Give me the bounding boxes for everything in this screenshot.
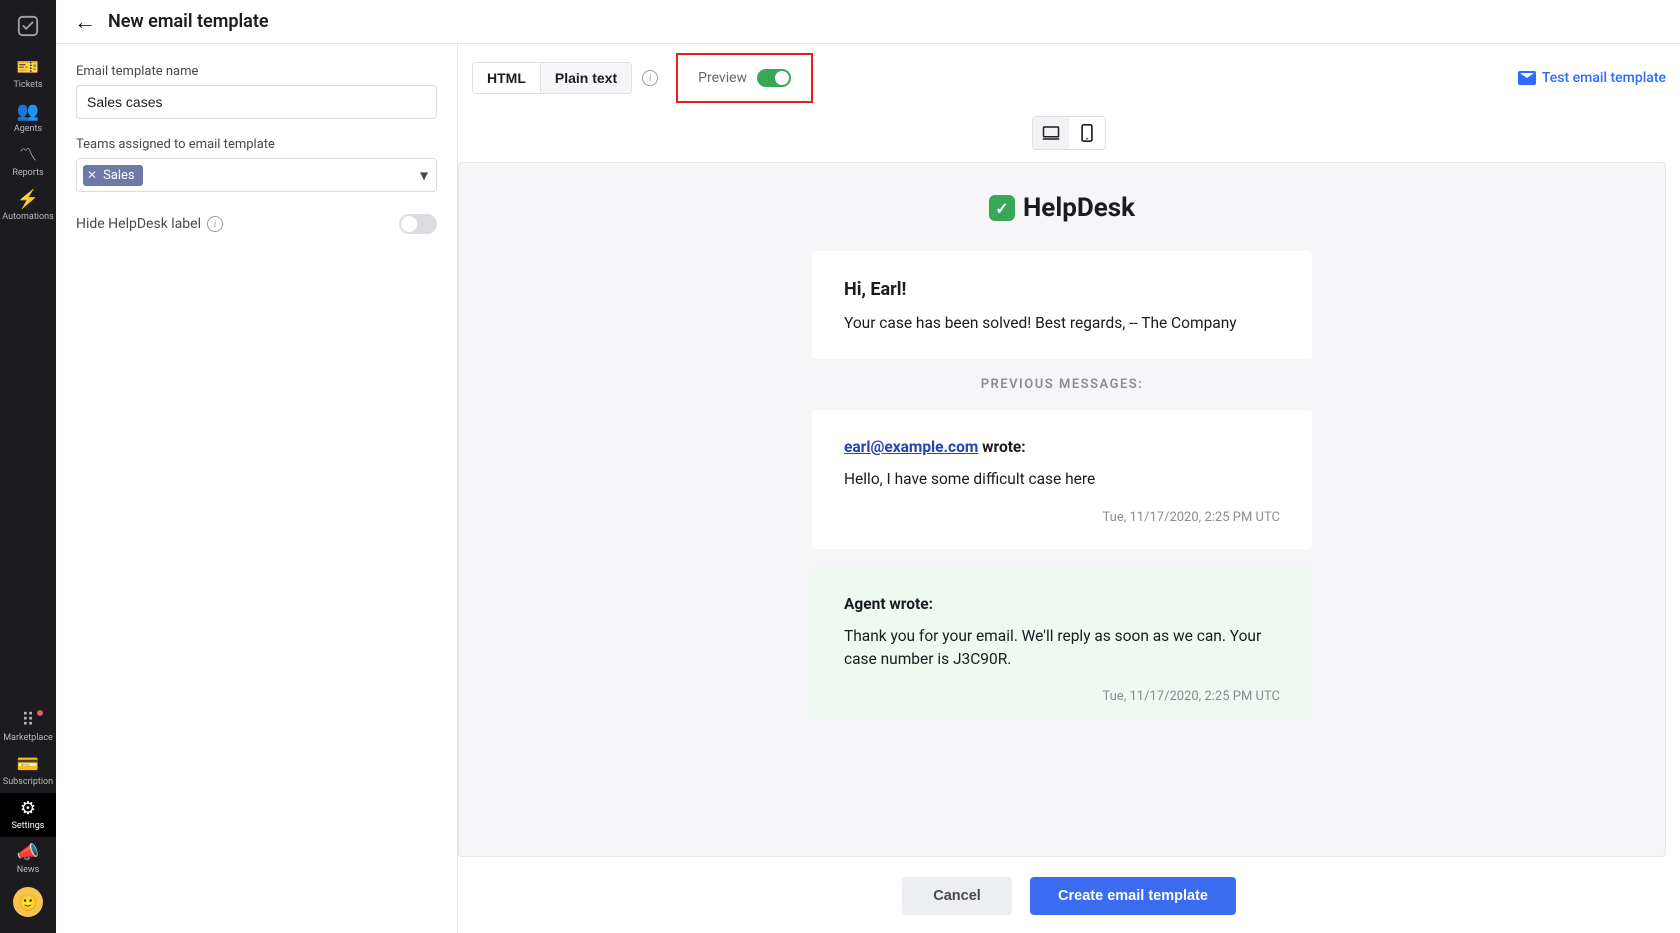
hide-helpdesk-toggle[interactable]	[399, 214, 437, 234]
info-icon[interactable]: i	[642, 70, 658, 86]
hide-helpdesk-label: Hide HelpDesk label i	[76, 216, 223, 232]
sidebar-label: Agents	[14, 125, 42, 134]
mobile-icon	[1081, 124, 1093, 142]
email-preview: ✓ HelpDesk Hi, Earl! Your case has been …	[458, 162, 1666, 857]
desktop-icon	[1042, 125, 1060, 141]
info-icon[interactable]: i	[207, 216, 223, 232]
author-line: Agent wrote:	[844, 595, 1280, 613]
previous-messages-label: PREVIOUS MESSAGES:	[459, 377, 1665, 392]
cancel-button[interactable]: Cancel	[902, 877, 1012, 915]
sidebar-label: Reports	[12, 169, 43, 178]
sidebar-item-reports[interactable]: 〽 Reports	[0, 140, 56, 184]
mail-icon	[1518, 71, 1536, 85]
form-panel: Email template name Teams assigned to em…	[56, 44, 458, 933]
helpdesk-logo-icon: ✓	[989, 195, 1015, 221]
teams-select[interactable]: ✕ Sales ▾	[76, 158, 437, 192]
app-logo-icon	[0, 4, 56, 48]
close-icon[interactable]: ✕	[87, 168, 97, 182]
body-text: Your case has been solved! Best regards,…	[844, 312, 1280, 335]
message-card-main: Hi, Earl! Your case has been solved! Bes…	[812, 251, 1312, 359]
chevron-down-icon: ▾	[420, 166, 428, 185]
brand-name: HelpDesk	[1023, 193, 1135, 223]
message-card-agent: Agent wrote: Thank you for your email. W…	[812, 567, 1312, 721]
body-text: Thank you for your email. We'll reply as…	[844, 625, 1280, 672]
reports-icon: 〽	[19, 146, 37, 166]
settings-icon: ⚙	[20, 799, 36, 819]
sidebar-item-automations[interactable]: ⚡ Automations	[0, 184, 56, 228]
preview-label: Preview	[698, 70, 747, 86]
sidebar: 🎫 Tickets 👥 Agents 〽 Reports ⚡ Automatio…	[0, 0, 56, 933]
team-chip-label: Sales	[103, 168, 135, 183]
sidebar-label: Automations	[2, 213, 53, 222]
brand-row: ✓ HelpDesk	[459, 193, 1665, 223]
test-email-button[interactable]: Test email template	[1518, 70, 1666, 86]
preview-toggle-highlight: Preview	[676, 53, 813, 103]
sidebar-item-news[interactable]: 📣 News	[0, 837, 56, 881]
news-icon: 📣	[17, 843, 39, 863]
sidebar-label: Settings	[12, 822, 45, 831]
customer-email-link[interactable]: earl@example.com	[844, 438, 978, 456]
device-mobile-button[interactable]	[1069, 117, 1105, 149]
device-desktop-button[interactable]	[1033, 117, 1069, 149]
sidebar-label: Subscription	[3, 778, 53, 787]
footer-actions: Cancel Create email template	[458, 857, 1680, 933]
timestamp: Tue, 11/17/2020, 2:25 PM UTC	[844, 689, 1280, 704]
subscription-icon: 💳	[17, 755, 39, 775]
sidebar-label: Marketplace	[3, 734, 53, 743]
toolbar: HTML Plain text i Preview Test email tem…	[458, 44, 1680, 112]
message-card-customer: earl@example.com wrote: Hello, I have so…	[812, 410, 1312, 548]
sidebar-item-settings[interactable]: ⚙ Settings	[0, 793, 56, 837]
field-label-name: Email template name	[76, 64, 437, 79]
template-name-input[interactable]	[76, 85, 437, 119]
segment-html-button[interactable]: HTML	[473, 63, 541, 93]
ticket-icon: 🎫	[17, 58, 39, 78]
sidebar-item-agents[interactable]: 👥 Agents	[0, 96, 56, 140]
avatar[interactable]: 🙂	[13, 887, 43, 917]
sidebar-item-marketplace[interactable]: ⠿ Marketplace	[0, 705, 56, 749]
notification-dot-icon	[36, 709, 44, 717]
greeting-text: Hi, Earl!	[844, 279, 1280, 300]
create-template-button[interactable]: Create email template	[1030, 877, 1236, 915]
field-label-teams: Teams assigned to email template	[76, 137, 437, 152]
body-text: Hello, I have some difficult case here	[844, 468, 1280, 491]
back-arrow-icon[interactable]: ←	[68, 5, 102, 39]
team-chip-sales[interactable]: ✕ Sales	[83, 165, 143, 186]
page-title: New email template	[108, 11, 269, 32]
device-toggle	[458, 116, 1680, 150]
author-line: earl@example.com wrote:	[844, 438, 1280, 456]
sidebar-label: News	[17, 866, 40, 875]
sidebar-item-tickets[interactable]: 🎫 Tickets	[0, 52, 56, 96]
preview-toggle[interactable]	[757, 69, 791, 87]
content-panel: HTML Plain text i Preview Test email tem…	[458, 44, 1680, 933]
marketplace-icon: ⠿	[21, 711, 34, 731]
format-segment: HTML Plain text	[472, 62, 632, 94]
timestamp: Tue, 11/17/2020, 2:25 PM UTC	[844, 510, 1280, 525]
page-header: ← New email template	[56, 0, 1680, 44]
sidebar-label: Tickets	[13, 81, 42, 90]
agents-icon: 👥	[17, 102, 39, 122]
sidebar-item-subscription[interactable]: 💳 Subscription	[0, 749, 56, 793]
automations-icon: ⚡	[17, 190, 39, 210]
segment-plain-button[interactable]: Plain text	[541, 63, 631, 93]
